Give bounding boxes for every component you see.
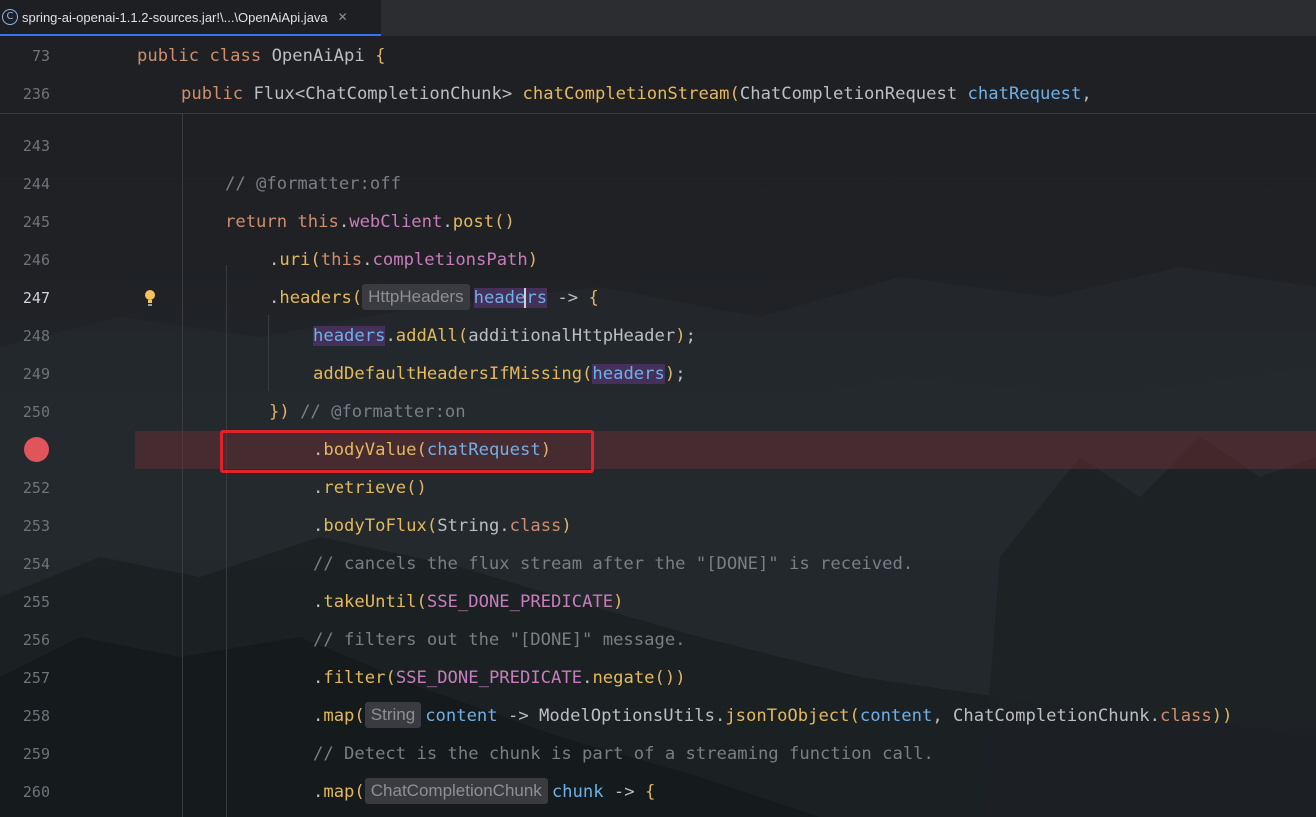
code-line[interactable]: 258 .map(String content -> ModelOptionsUt…	[0, 697, 1316, 735]
code-line[interactable]: 243	[0, 127, 1316, 165]
code-line[interactable]: 73 public class OpenAiApi {	[0, 37, 1316, 75]
line-number: 260	[22, 783, 50, 801]
line-number: 259	[22, 745, 50, 763]
line-number: 245	[22, 213, 50, 231]
text-caret: rs	[524, 288, 548, 308]
code-text: return this.webClient.post()	[225, 212, 515, 232]
code-text: }) // @formatter:on	[269, 402, 466, 422]
code-text: .map(ChatCompletionChunk chunk -> {	[313, 773, 655, 811]
code-text: // @formatter:off	[225, 174, 401, 194]
line-number: 254	[22, 555, 50, 573]
editor-tab-bar: C spring-ai-openai-1.1.2-sources.jar!\..…	[0, 0, 1316, 37]
line-number: 249	[22, 365, 50, 383]
code-line[interactable]: 246 .uri(this.completionsPath)	[0, 241, 1316, 279]
code-line[interactable]: 257 .filter(SSE_DONE_PREDICATE.negate())	[0, 659, 1316, 697]
breakpoint-icon[interactable]	[24, 437, 49, 462]
line-number: 243	[22, 137, 50, 155]
line-number: 258	[22, 707, 50, 725]
code-text: // cancels the flux stream after the "[D…	[313, 554, 914, 574]
java-class-icon: C	[2, 9, 18, 25]
code-line[interactable]: 252 .retrieve()	[0, 469, 1316, 507]
code-text: .map(String content -> ModelOptionsUtils.…	[313, 697, 1232, 735]
code-line[interactable]: 250 }) // @formatter:on	[0, 393, 1316, 431]
code-line[interactable]: 236 public Flux<ChatCompletionChunk> cha…	[0, 75, 1316, 113]
lightbulb-icon[interactable]	[143, 289, 157, 307]
line-number: 246	[22, 251, 50, 269]
code-text: // filters out the "[DONE]" message.	[313, 630, 686, 650]
code-editor[interactable]: 73 public class OpenAiApi { 236 public F…	[0, 37, 1316, 817]
line-number: 247	[22, 289, 50, 307]
tab-openaiapi-java[interactable]: C spring-ai-openai-1.1.2-sources.jar!\..…	[0, 0, 381, 36]
code-text: .retrieve()	[313, 478, 427, 498]
parameter-type-hint: ChatCompletionChunk	[364, 778, 548, 804]
parameter-type-hint: HttpHeaders	[362, 284, 470, 310]
annotation-highlight-box	[220, 430, 594, 473]
tab-title: spring-ai-openai-1.1.2-sources.jar!\...\…	[22, 9, 328, 25]
code-text: .headers(HttpHeaders headers -> {	[269, 279, 599, 317]
line-number: 244	[22, 175, 50, 193]
code-text: addDefaultHeadersIfMissing(headers);	[313, 364, 686, 384]
line-number: 255	[22, 593, 50, 611]
code-line[interactable]: 253 .bodyToFlux(String.class)	[0, 507, 1316, 545]
line-number: 256	[22, 631, 50, 649]
code-text: public class OpenAiApi {	[137, 46, 386, 66]
code-line[interactable]: 254 // cancels the flux stream after the…	[0, 545, 1316, 583]
code-line[interactable]: 249 addDefaultHeadersIfMissing(headers);	[0, 355, 1316, 393]
code-text: public Flux<ChatCompletionChunk> chatCom…	[181, 84, 1092, 104]
line-number: 253	[22, 517, 50, 535]
code-text: headers.addAll(additionalHttpHeader);	[313, 326, 696, 346]
code-line[interactable]: 245 return this.webClient.post()	[0, 203, 1316, 241]
code-text: // Detect is the chunk is part of a stre…	[313, 744, 934, 764]
code-text: .filter(SSE_DONE_PREDICATE.negate())	[313, 668, 686, 688]
line-number: 250	[22, 403, 50, 421]
line-number: 252	[22, 479, 50, 497]
line-number: 73	[31, 47, 50, 65]
code-text: .uri(this.completionsPath)	[269, 250, 539, 270]
code-line[interactable]: 244 // @formatter:off	[0, 165, 1316, 203]
code-line-current[interactable]: 247 .headers(HttpHeaders headers -> {	[0, 279, 1316, 317]
code-line[interactable]: 259 // Detect is the chunk is part of a …	[0, 735, 1316, 773]
line-number: 257	[22, 669, 50, 687]
sticky-scroll-header[interactable]: 73 public class OpenAiApi { 236 public F…	[0, 37, 1316, 114]
code-line-breakpoint[interactable]: .bodyValue(chatRequest)	[0, 431, 1316, 469]
code-line[interactable]: 260 .map(ChatCompletionChunk chunk -> {	[0, 773, 1316, 811]
code-text: .takeUntil(SSE_DONE_PREDICATE)	[313, 592, 624, 612]
parameter-type-hint: String	[364, 702, 422, 728]
code-line[interactable]: 255 .takeUntil(SSE_DONE_PREDICATE)	[0, 583, 1316, 621]
close-icon[interactable]: ✕	[338, 10, 348, 24]
line-number: 248	[22, 327, 50, 345]
code-text: .bodyToFlux(String.class)	[313, 516, 572, 536]
code-line[interactable]: 256 // filters out the "[DONE]" message.	[0, 621, 1316, 659]
line-number: 236	[22, 85, 50, 103]
code-line[interactable]: 248 headers.addAll(additionalHttpHeader)…	[0, 317, 1316, 355]
